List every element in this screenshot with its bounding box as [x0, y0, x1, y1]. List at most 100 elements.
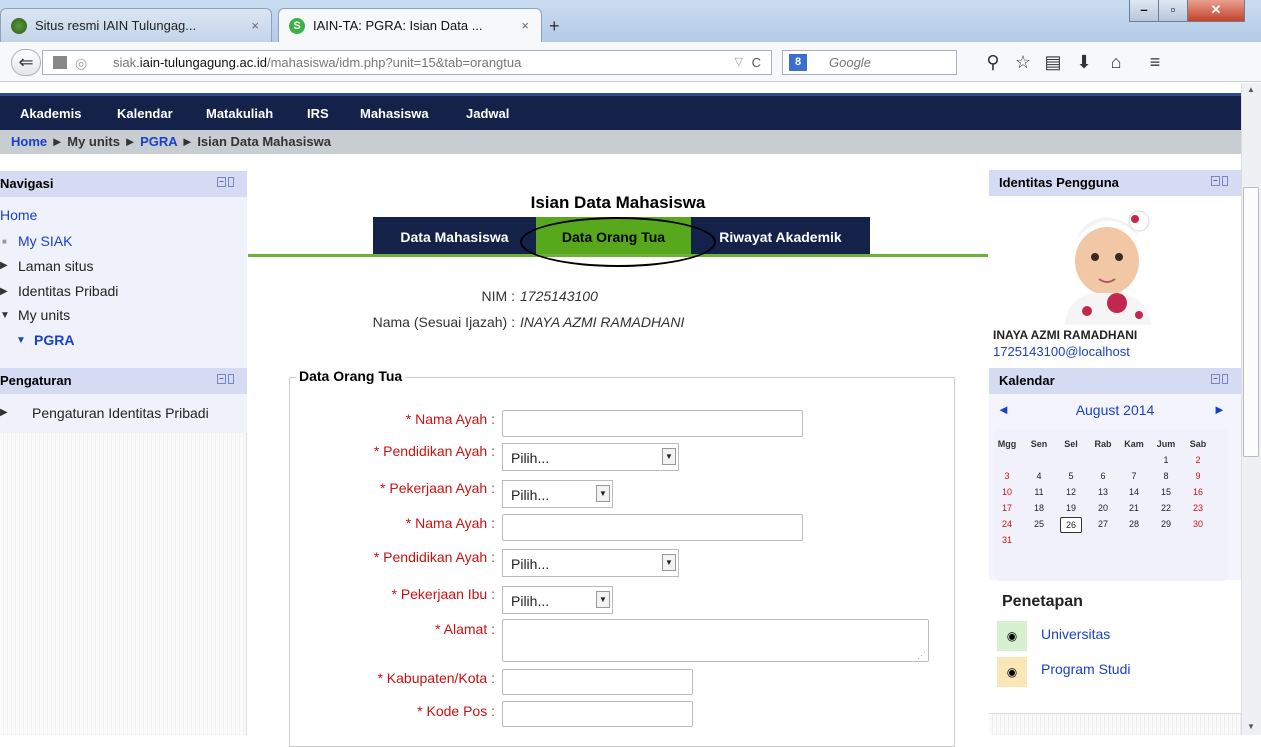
- collapse-icon[interactable]: –: [1211, 374, 1220, 384]
- calendar-day[interactable]: 13: [1094, 487, 1112, 497]
- calendar-day[interactable]: 11: [1030, 487, 1048, 497]
- scroll-down-icon[interactable]: ▼: [1247, 722, 1255, 731]
- pendidikan-ayah-2-select[interactable]: Pilih... ▼: [502, 549, 679, 577]
- calendar-day[interactable]: 21: [1125, 503, 1143, 513]
- calendar-day[interactable]: 20: [1094, 503, 1112, 513]
- tab-close-icon[interactable]: ×: [521, 18, 529, 33]
- nav-home-link[interactable]: Home: [0, 207, 37, 223]
- calendar-day[interactable]: 28: [1125, 519, 1143, 529]
- calendar-day[interactable]: 6: [1094, 471, 1112, 481]
- breadcrumb-myunits[interactable]: My units: [67, 134, 120, 149]
- kabupaten-input[interactable]: [502, 669, 693, 695]
- penetapan-universitas-link[interactable]: Universitas: [1041, 626, 1110, 642]
- calendar-day[interactable]: 12: [1062, 487, 1080, 497]
- nama-ayah-2-input[interactable]: [502, 514, 803, 541]
- expand-arrow-icon[interactable]: ▶: [0, 407, 8, 418]
- calendar-day[interactable]: 8: [1157, 471, 1175, 481]
- browser-tab-isian-data[interactable]: S IAIN-TA: PGRA: Isian Data ... ×: [278, 8, 542, 42]
- menu-jadwal[interactable]: Jadwal: [466, 106, 509, 121]
- calendar-day[interactable]: 23: [1189, 503, 1207, 513]
- nama-ayah-input[interactable]: [502, 410, 803, 437]
- dock-icon[interactable]: [1222, 374, 1228, 384]
- breadcrumb-home[interactable]: Home: [11, 134, 47, 149]
- menu-irs[interactable]: IRS: [307, 106, 329, 121]
- collapse-arrow-icon[interactable]: ▼: [0, 310, 10, 321]
- close-window-icon[interactable]: ✕: [1187, 0, 1245, 22]
- tab-data-mahasiswa[interactable]: Data Mahasiswa: [373, 217, 536, 255]
- collapse-icon[interactable]: –: [1211, 176, 1220, 186]
- menu-mahasiswa[interactable]: Mahasiswa: [360, 106, 429, 121]
- calendar-day[interactable]: 7: [1125, 471, 1143, 481]
- search-box[interactable]: 8 Google: [782, 50, 957, 75]
- nav-pengaturan-identitas[interactable]: Pengaturan Identitas Pribadi: [32, 405, 209, 421]
- chevron-down-icon[interactable]: ▼: [662, 554, 676, 571]
- calendar-next-icon[interactable]: ►: [1213, 402, 1226, 417]
- tab-close-icon[interactable]: ×: [251, 18, 259, 33]
- block-controls[interactable]: –: [1211, 176, 1233, 188]
- browser-tab-situs-resmi[interactable]: Situs resmi IAIN Tulungag... ×: [0, 8, 272, 42]
- dock-icon[interactable]: [1222, 176, 1228, 186]
- calendar-day[interactable]: 19: [1062, 503, 1080, 513]
- calendar-day[interactable]: 17: [998, 503, 1016, 513]
- calendar-day[interactable]: 26: [1060, 517, 1082, 533]
- maximize-icon[interactable]: ▫: [1158, 0, 1188, 22]
- calendar-day[interactable]: 27: [1094, 519, 1112, 529]
- tab-riwayat-akademik[interactable]: Riwayat Akademik: [691, 217, 870, 255]
- expand-arrow-icon[interactable]: ▶: [0, 286, 8, 297]
- collapse-arrow-icon[interactable]: ▼: [16, 335, 26, 346]
- menu-icon[interactable]: ≡: [1144, 52, 1166, 73]
- menu-akademis[interactable]: Akademis: [20, 106, 81, 121]
- reload-icon[interactable]: C: [752, 51, 761, 74]
- download-icon[interactable]: ⬇: [1073, 52, 1095, 73]
- nav-my-siak-link[interactable]: My SIAK: [18, 233, 72, 249]
- calendar-day[interactable]: 9: [1189, 471, 1207, 481]
- calendar-day[interactable]: 30: [1189, 519, 1207, 529]
- menu-kalendar[interactable]: Kalendar: [117, 106, 173, 121]
- nav-laman-situs[interactable]: Laman situs: [18, 258, 93, 274]
- back-arrow-icon[interactable]: ⇐: [11, 49, 41, 76]
- collapse-icon[interactable]: –: [217, 177, 226, 187]
- calendar-day[interactable]: 22: [1157, 503, 1175, 513]
- calendar-day[interactable]: 14: [1125, 487, 1143, 497]
- dock-icon[interactable]: [228, 374, 234, 384]
- breadcrumb-pgra[interactable]: PGRA: [140, 134, 177, 149]
- chevron-down-icon[interactable]: ▼: [662, 448, 676, 465]
- collapse-icon[interactable]: –: [217, 374, 226, 384]
- calendar-day[interactable]: 3: [998, 471, 1016, 481]
- expand-arrow-icon[interactable]: ▶: [0, 260, 8, 271]
- resize-handle-icon[interactable]: ⋰: [917, 650, 926, 661]
- chevron-down-icon[interactable]: ▼: [596, 591, 610, 608]
- calendar-day[interactable]: 29: [1157, 519, 1175, 529]
- address-bar[interactable]: ◎ siak.iain-tulungagung.ac.id/mahasiswa/…: [42, 50, 772, 75]
- minimize-icon[interactable]: –: [1129, 0, 1159, 22]
- calendar-day[interactable]: 4: [1030, 471, 1048, 481]
- calendar-day[interactable]: 10: [998, 487, 1016, 497]
- menu-matakuliah[interactable]: Matakuliah: [206, 106, 273, 121]
- calendar-day[interactable]: 25: [1030, 519, 1048, 529]
- calendar-day[interactable]: 15: [1157, 487, 1175, 497]
- user-email-link[interactable]: 1725143100@localhost: [993, 344, 1130, 359]
- calendar-day[interactable]: 5: [1062, 471, 1080, 481]
- nav-pgra-link[interactable]: PGRA: [34, 332, 74, 348]
- new-tab-button[interactable]: +: [549, 16, 560, 37]
- scroll-up-icon[interactable]: ▲: [1247, 85, 1255, 94]
- dock-icon[interactable]: [228, 177, 234, 187]
- calendar-day[interactable]: 16: [1189, 487, 1207, 497]
- calendar-month[interactable]: August 2014: [989, 402, 1241, 418]
- penetapan-prodi-link[interactable]: Program Studi: [1041, 661, 1130, 677]
- search-icon[interactable]: ⚲: [982, 52, 1004, 73]
- calendar-day[interactable]: 24: [998, 519, 1016, 529]
- alamat-textarea[interactable]: ⋰: [502, 619, 929, 662]
- chevron-down-icon[interactable]: ▼: [596, 485, 610, 502]
- bookmarks-list-icon[interactable]: ▤: [1042, 52, 1064, 73]
- kode-pos-input[interactable]: [502, 701, 693, 727]
- calendar-day[interactable]: 2: [1189, 455, 1207, 465]
- scrollbar-thumb[interactable]: [1243, 187, 1259, 457]
- dropdown-arrow-icon[interactable]: ▽: [735, 51, 743, 74]
- nav-identitas-pribadi[interactable]: Identitas Pribadi: [18, 283, 118, 299]
- pekerjaan-ayah-select[interactable]: Pilih... ▼: [502, 480, 613, 508]
- block-controls[interactable]: –: [217, 374, 239, 386]
- pekerjaan-ibu-select[interactable]: Pilih... ▼: [502, 586, 613, 614]
- bookmark-star-icon[interactable]: ☆: [1012, 52, 1034, 73]
- calendar-day[interactable]: 1: [1157, 455, 1175, 465]
